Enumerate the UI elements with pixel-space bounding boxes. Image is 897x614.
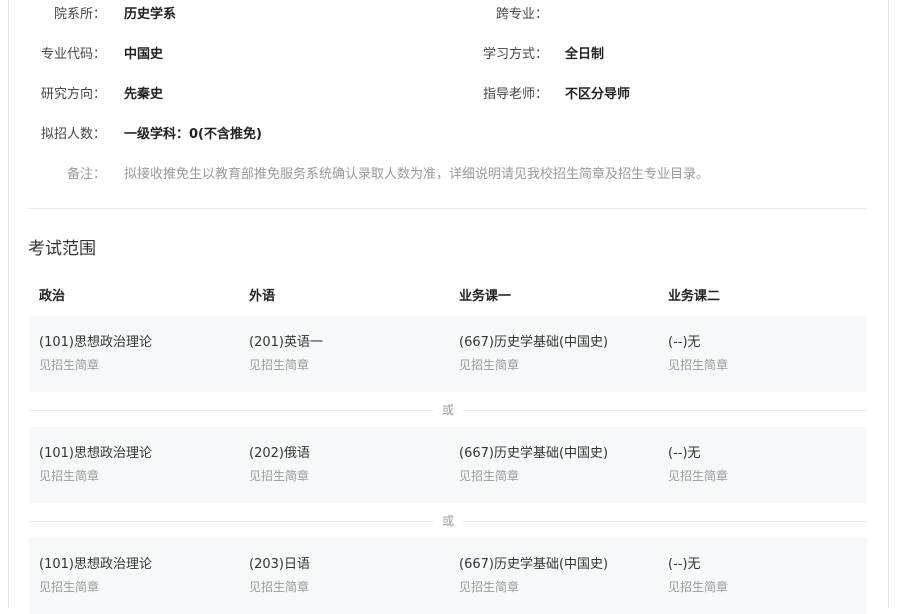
section-divider (28, 208, 866, 209)
subject-name: (--)无 (668, 446, 701, 461)
exam-cell-course-two: (--)无 见招生简章 (668, 445, 728, 485)
subject-name: (667)历史学基础(中国史) (459, 446, 609, 461)
exam-cell-course-one: (667)历史学基础(中国史) 见招生简章 (459, 556, 608, 596)
note-label: 备注： (66, 167, 106, 182)
subject-note: 见招生简章 (249, 469, 310, 483)
study-mode-label: 学习方式： (482, 47, 548, 62)
exam-cell-course-two: (--)无 见招生简章 (668, 556, 728, 596)
exam-option-1: (101)思想政治理论 见招生简章 (201)英语一 见招生简章 (667)历史… (29, 316, 867, 392)
research-direction-value: 先秦史 (124, 87, 164, 102)
subject-note: 见招生简章 (39, 580, 100, 594)
subject-name: (--)无 (668, 557, 701, 572)
exam-cell-foreign-language: (202)俄语 见招生简章 (249, 445, 310, 485)
subject-note: 见招生简章 (249, 358, 310, 372)
dept-value: 历史学系 (124, 7, 177, 22)
or-separator-text: 或 (433, 514, 463, 528)
exam-cell-course-one: (667)历史学基础(中国史) 见招生简章 (459, 334, 608, 374)
note-value: 拟接收推免生以教育部推免服务系统确认录取人数为准，详细说明请见我校招生简章及招生… (124, 167, 710, 182)
exam-cell-foreign-language: (201)英语一 见招生简章 (249, 334, 323, 374)
subject-name: (201)英语一 (249, 335, 323, 350)
exam-cell-course-two: (--)无 见招生简章 (668, 334, 728, 374)
exam-cell-politics: (101)思想政治理论 见招生简章 (39, 334, 152, 374)
subject-name: (203)日语 (249, 557, 310, 572)
cross-major-label: 跨专业： (495, 7, 548, 22)
major-code-label: 专业代码： (40, 47, 106, 62)
subject-name: (202)俄语 (249, 446, 310, 461)
header-politics: 政治 (39, 289, 66, 304)
subject-note: 见招生简章 (459, 358, 520, 372)
subject-note: 见招生简章 (249, 580, 310, 594)
exam-option-3: (101)思想政治理论 见招生简章 (203)日语 见招生简章 (667)历史学… (29, 538, 867, 614)
subject-note: 见招生简章 (668, 469, 729, 483)
exam-cell-course-one: (667)历史学基础(中国史) 见招生简章 (459, 445, 608, 485)
header-foreign-language: 外语 (249, 289, 276, 304)
header-course-two: 业务课二 (668, 289, 721, 304)
study-mode-value: 全日制 (565, 47, 605, 62)
advisor-label: 指导老师： (482, 87, 548, 102)
or-separator-text: 或 (433, 403, 463, 417)
subject-note: 见招生简章 (39, 469, 100, 483)
quota-label: 拟招人数： (40, 127, 106, 142)
quota-value: 一级学科：0(不含推免) (124, 127, 262, 142)
subject-name: (--)无 (668, 335, 701, 350)
exam-option-2: (101)思想政治理论 见招生简章 (202)俄语 见招生简章 (667)历史学… (29, 427, 867, 503)
exam-cell-foreign-language: (203)日语 见招生简章 (249, 556, 310, 596)
subject-note: 见招生简章 (459, 580, 520, 594)
subject-note: 见招生简章 (668, 358, 729, 372)
subject-name: (101)思想政治理论 (39, 557, 152, 572)
research-direction-label: 研究方向： (40, 87, 106, 102)
subject-name: (101)思想政治理论 (39, 446, 152, 461)
subject-note: 见招生简章 (668, 580, 729, 594)
subject-note: 见招生简章 (39, 358, 100, 372)
advisor-value: 不区分导师 (565, 87, 631, 102)
subject-name: (101)思想政治理论 (39, 335, 152, 350)
subject-name: (667)历史学基础(中国史) (459, 335, 609, 350)
exam-cell-politics: (101)思想政治理论 见招生简章 (39, 556, 152, 596)
header-course-one: 业务课一 (459, 289, 512, 304)
major-code-value: 中国史 (124, 47, 164, 62)
subject-note: 见招生简章 (459, 469, 520, 483)
exam-cell-politics: (101)思想政治理论 见招生简章 (39, 445, 152, 485)
subject-name: (667)历史学基础(中国史) (459, 557, 609, 572)
dept-label: 院系所： (53, 7, 106, 22)
exam-scope-title: 考试范围 (28, 239, 96, 259)
